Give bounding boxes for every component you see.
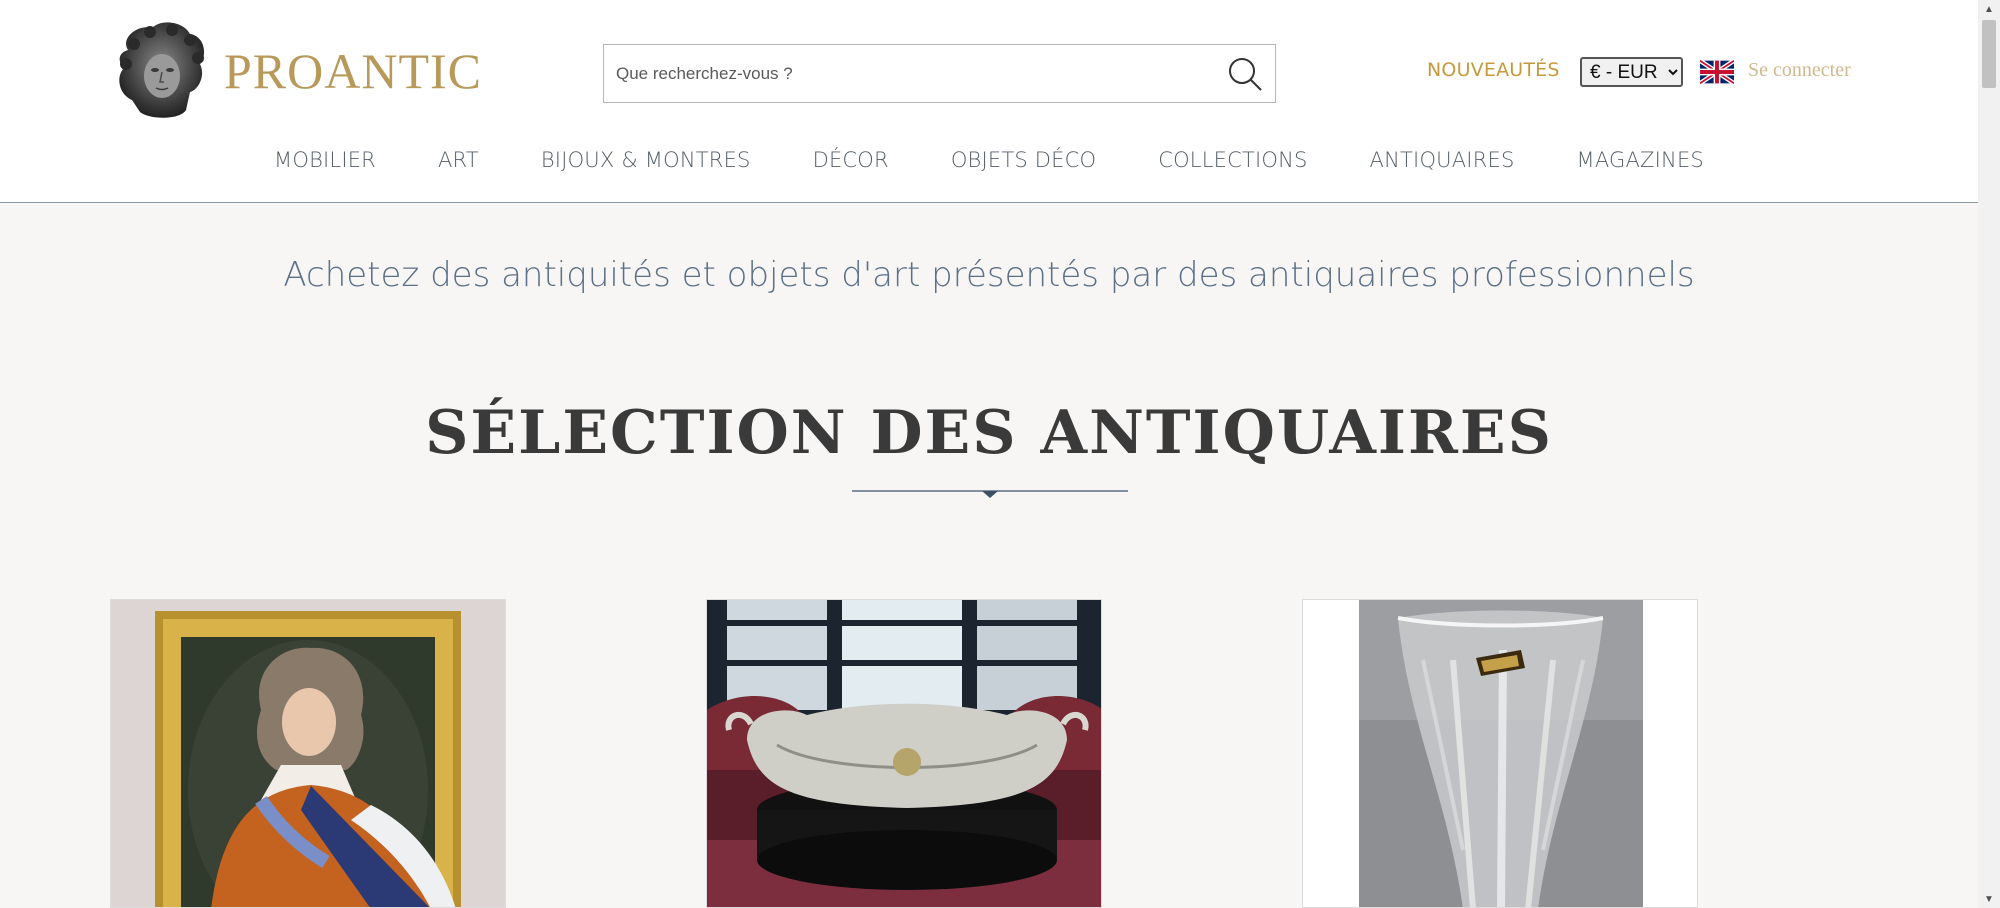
nav-item-objets-deco[interactable]: OBJETS DÉCO: [951, 148, 1096, 172]
nouveautes-link[interactable]: NOUVEAUTÉS: [1427, 59, 1560, 81]
scroll-up-arrow-icon[interactable]: ▲: [1978, 0, 2000, 18]
brand-name: PROANTIC: [224, 43, 483, 99]
page-tagline: Achetez des antiquités et objets d'art p…: [283, 255, 1695, 295]
nav-item-collections[interactable]: COLLECTIONS: [1158, 148, 1307, 172]
product-card-jardiniere[interactable]: [706, 599, 1102, 908]
site-header: PROANTIC NOUVEAUTÉS € - EUR Se connecter…: [0, 0, 1978, 203]
main-nav: MOBILIER ART BIJOUX & MONTRES DÉCOR OBJE…: [0, 148, 1978, 172]
currency-select[interactable]: € - EUR: [1580, 57, 1683, 87]
login-link[interactable]: Se connecter: [1748, 59, 1851, 82]
nav-item-decor[interactable]: DÉCOR: [813, 148, 889, 172]
product-card-portrait[interactable]: [110, 599, 506, 908]
scrollbar-thumb[interactable]: [1982, 20, 1996, 88]
search-icon[interactable]: [1225, 54, 1265, 94]
uk-flag-icon[interactable]: [1700, 60, 1734, 84]
page-scrollbar[interactable]: ▲ ▼: [1978, 0, 2000, 908]
section-title: SÉLECTION DES ANTIQUAIRES: [425, 398, 1553, 468]
search-bar: [603, 44, 1276, 103]
logo[interactable]: PROANTIC: [110, 20, 482, 122]
product-image-portrait[interactable]: [111, 600, 506, 908]
product-image-vase[interactable]: [1303, 600, 1698, 908]
product-card-vase[interactable]: [1302, 599, 1698, 908]
title-divider: [852, 490, 1128, 498]
nav-item-mobilier[interactable]: MOBILIER: [274, 148, 376, 172]
nav-item-art[interactable]: ART: [438, 148, 479, 172]
logo-bust-icon: [119, 22, 205, 118]
product-image-jardiniere[interactable]: [707, 600, 1102, 908]
nav-item-magazines[interactable]: MAGAZINES: [1577, 148, 1704, 172]
scroll-down-arrow-icon[interactable]: ▼: [1978, 890, 2000, 908]
search-input[interactable]: [604, 45, 1204, 102]
nav-item-antiquaires[interactable]: ANTIQUAIRES: [1370, 148, 1515, 172]
nav-item-bijoux-montres[interactable]: BIJOUX & MONTRES: [541, 148, 751, 172]
